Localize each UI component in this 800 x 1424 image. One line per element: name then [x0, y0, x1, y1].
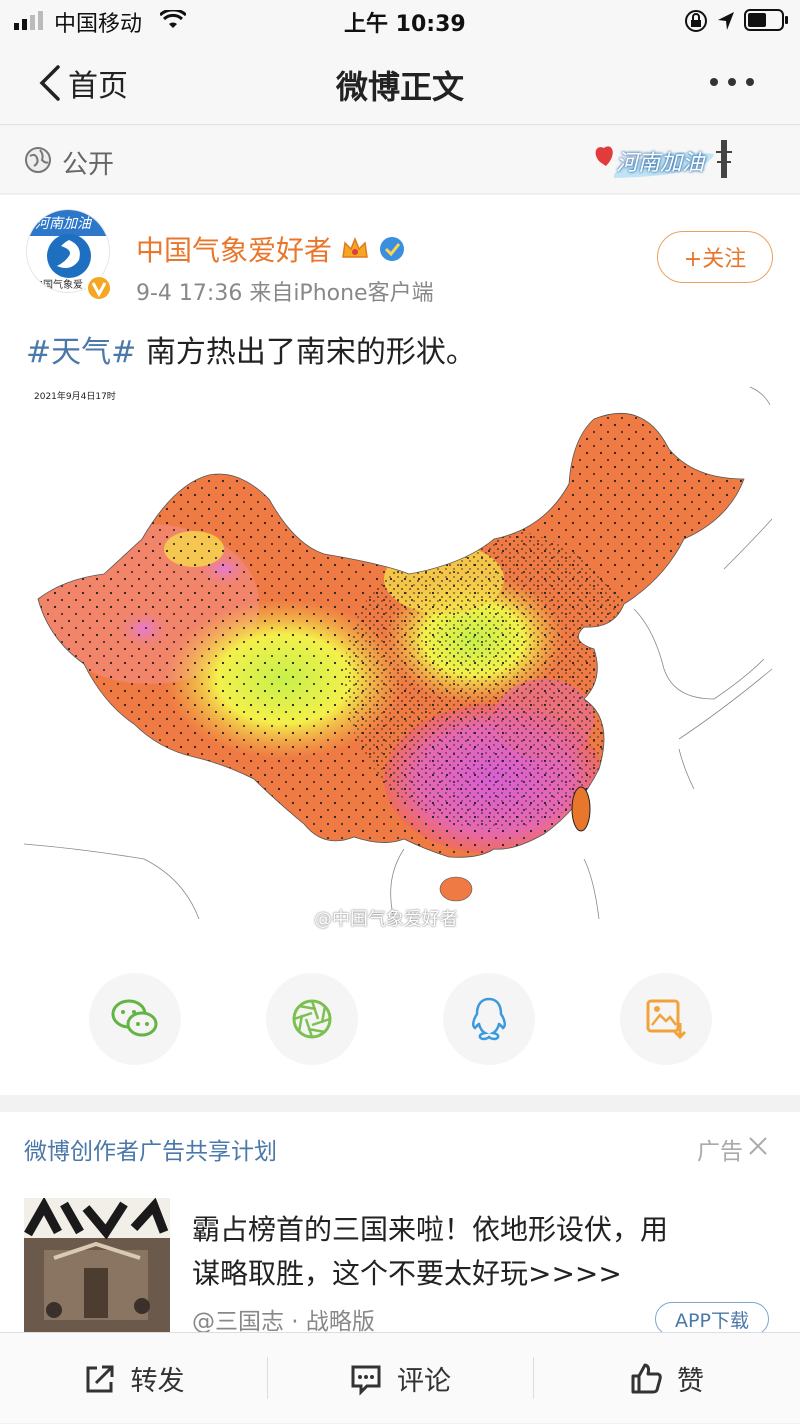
- clock: 上午 10:39: [344, 12, 466, 37]
- wechat-icon: [111, 999, 158, 1037]
- repost-icon: [86, 1365, 113, 1392]
- map-watermark: @中国气象爱好者: [314, 909, 458, 930]
- visibility-row: 公开 河南加油: [0, 126, 800, 194]
- wifi-icon: [160, 10, 186, 28]
- post-image-heatmap[interactable]: 2021年9月4日17时 @中国气象爱好者: [24, 379, 776, 939]
- save-image-button[interactable]: [620, 973, 712, 1065]
- ad-source[interactable]: @三国志 · 战略版: [192, 1302, 375, 1336]
- comment-icon: [351, 1365, 381, 1396]
- like-button[interactable]: 赞: [533, 1333, 800, 1424]
- back-button[interactable]: 首页: [36, 58, 128, 108]
- globe-icon: [25, 147, 51, 173]
- comment-label: 评论: [397, 1366, 451, 1397]
- ad-card: 微博创作者广告共享计划 广告 霸占榜首的三国来啦！依地形设伏，用 谋略取胜，这个…: [0, 1112, 800, 1336]
- carrier-label: 中国移动: [54, 12, 143, 37]
- rotation-lock-icon: [685, 10, 707, 32]
- thumbs-up-icon: [631, 1363, 662, 1393]
- crown-vip-icon: [342, 236, 368, 258]
- save-image-icon: [646, 999, 687, 1040]
- temperature-map-graphic: [24, 386, 773, 920]
- henan-badge: 河南加油: [586, 134, 746, 186]
- ad-header[interactable]: 微博创作者广告共享计划: [24, 1132, 277, 1166]
- verified-blue-icon: [380, 237, 405, 261]
- verified-v-icon: [86, 275, 112, 301]
- back-label: 首页: [68, 69, 128, 104]
- status-bar: 中国移动 上午 10:39: [0, 0, 800, 40]
- follow-button[interactable]: +关注: [657, 231, 773, 283]
- signal-icon: [14, 11, 43, 30]
- bottom-toolbar: 转发 评论 赞: [0, 1332, 800, 1423]
- moments-icon: [292, 999, 332, 1039]
- share-wechat-button[interactable]: [89, 973, 181, 1065]
- post-meta: 9-4 17:36 来自iPhone客户端: [136, 281, 434, 306]
- repost-button[interactable]: 转发: [0, 1333, 267, 1424]
- ad-tag: 广告: [697, 1139, 743, 1165]
- avatar-caption: 中国气象爱: [33, 280, 83, 291]
- post-text: 南方热出了南宋的形状。: [136, 335, 476, 370]
- henan-badge-text: 河南加油: [616, 151, 705, 176]
- visibility-label: 公开: [62, 150, 115, 180]
- battery-icon: [744, 9, 788, 31]
- post-card: 河南加油 中国气象爱 中国气象爱好者 9-4 17:36 来自iPhone客户端…: [0, 195, 800, 1095]
- chevron-left-icon: [39, 65, 60, 101]
- app-download-button[interactable]: APP下载: [655, 1302, 769, 1336]
- ad-thumbnail-graphic: [24, 1198, 170, 1332]
- ad-headline-line1[interactable]: 霸占榜首的三国来啦！依地形设伏，用: [192, 1208, 668, 1252]
- repost-label: 转发: [130, 1366, 185, 1397]
- author-name[interactable]: 中国气象爱好者: [136, 229, 332, 269]
- location-icon: [718, 12, 734, 30]
- more-dots-icon[interactable]: [708, 72, 756, 92]
- share-moments-button[interactable]: [266, 973, 358, 1065]
- navigation-bar: 首页 微博正文: [0, 40, 800, 125]
- avatar-badge-text: 河南加油: [35, 216, 91, 232]
- comment-button[interactable]: 评论: [267, 1333, 533, 1424]
- ad-headline-line2[interactable]: 谋略取胜，这个不要太好玩>>>>: [192, 1252, 668, 1296]
- like-label: 赞: [677, 1366, 704, 1397]
- close-icon[interactable]: [748, 1136, 768, 1156]
- hashtag-link[interactable]: #天气#: [26, 335, 136, 370]
- ad-thumbnail[interactable]: [24, 1198, 170, 1332]
- share-qq-button[interactable]: [443, 973, 535, 1065]
- qq-icon: [472, 997, 506, 1041]
